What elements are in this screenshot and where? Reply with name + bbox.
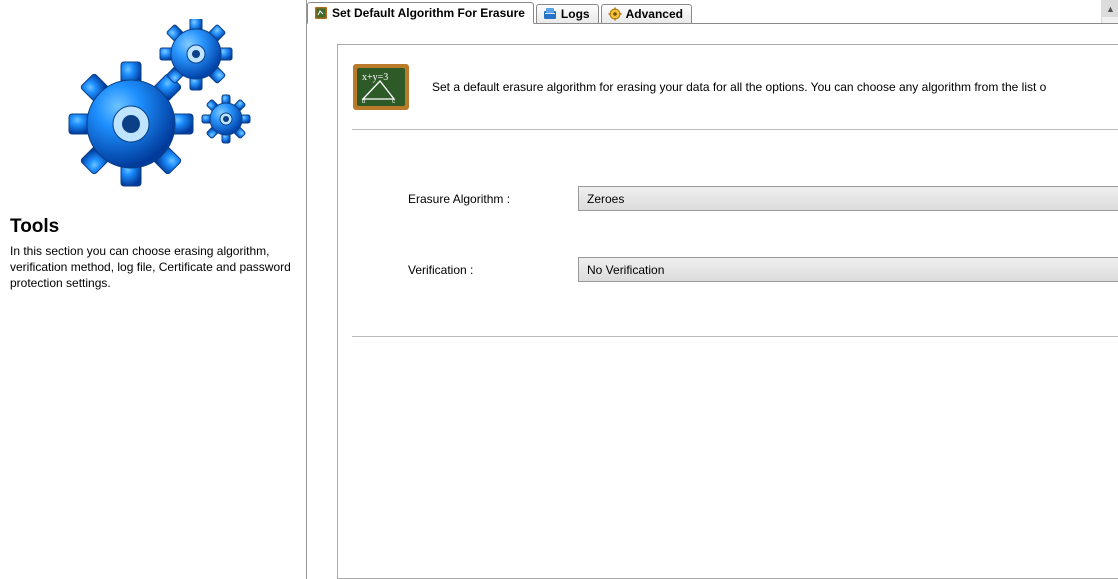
erasure-algorithm-label: Erasure Algorithm : <box>408 192 578 206</box>
tab-logs[interactable]: Logs <box>536 4 599 24</box>
tab-label: Advanced <box>626 7 683 21</box>
verification-select[interactable]: No Verification <box>578 257 1118 282</box>
eraser-icon <box>314 6 328 20</box>
separator <box>352 336 1118 337</box>
tab-set-default-algorithm[interactable]: Set Default Algorithm For Erasure <box>307 2 534 24</box>
erasure-algorithm-select[interactable]: Zeroes <box>578 186 1118 211</box>
sidebar-panel: Tools In this section you can choose era… <box>0 0 307 579</box>
svg-text:c: c <box>392 99 395 105</box>
svg-text:x+y=3: x+y=3 <box>362 72 388 83</box>
advanced-icon <box>608 7 622 21</box>
tab-label: Logs <box>561 7 590 21</box>
tab-content: x+y=3 b c Set a default erasure algorith… <box>307 24 1118 579</box>
verification-value: No Verification <box>587 263 664 277</box>
erasure-algorithm-value: Zeroes <box>587 192 624 206</box>
sidebar-title: Tools <box>10 216 296 238</box>
scroll-up-arrow-icon[interactable]: ▲ <box>1102 0 1118 17</box>
tab-strip: Set Default Algorithm For Erasure Logs A… <box>307 2 1118 24</box>
main-panel: Set Default Algorithm For Erasure Logs A… <box>307 0 1118 579</box>
intro-row: x+y=3 b c Set a default erasure algorith… <box>338 45 1118 129</box>
tab-advanced[interactable]: Advanced <box>601 4 692 24</box>
intro-text: Set a default erasure algorithm for eras… <box>432 80 1046 94</box>
verification-label: Verification : <box>408 263 578 277</box>
options-section: Erasure Algorithm : Zeroes Verification … <box>338 130 1118 336</box>
logs-icon <box>543 7 557 21</box>
content-card: x+y=3 b c Set a default erasure algorith… <box>337 44 1118 579</box>
tab-label: Set Default Algorithm For Erasure <box>332 6 525 20</box>
sidebar-description: In this section you can choose erasing a… <box>10 243 296 292</box>
chalkboard-icon: x+y=3 b c <box>352 63 410 111</box>
tools-gears-icon <box>10 8 296 198</box>
